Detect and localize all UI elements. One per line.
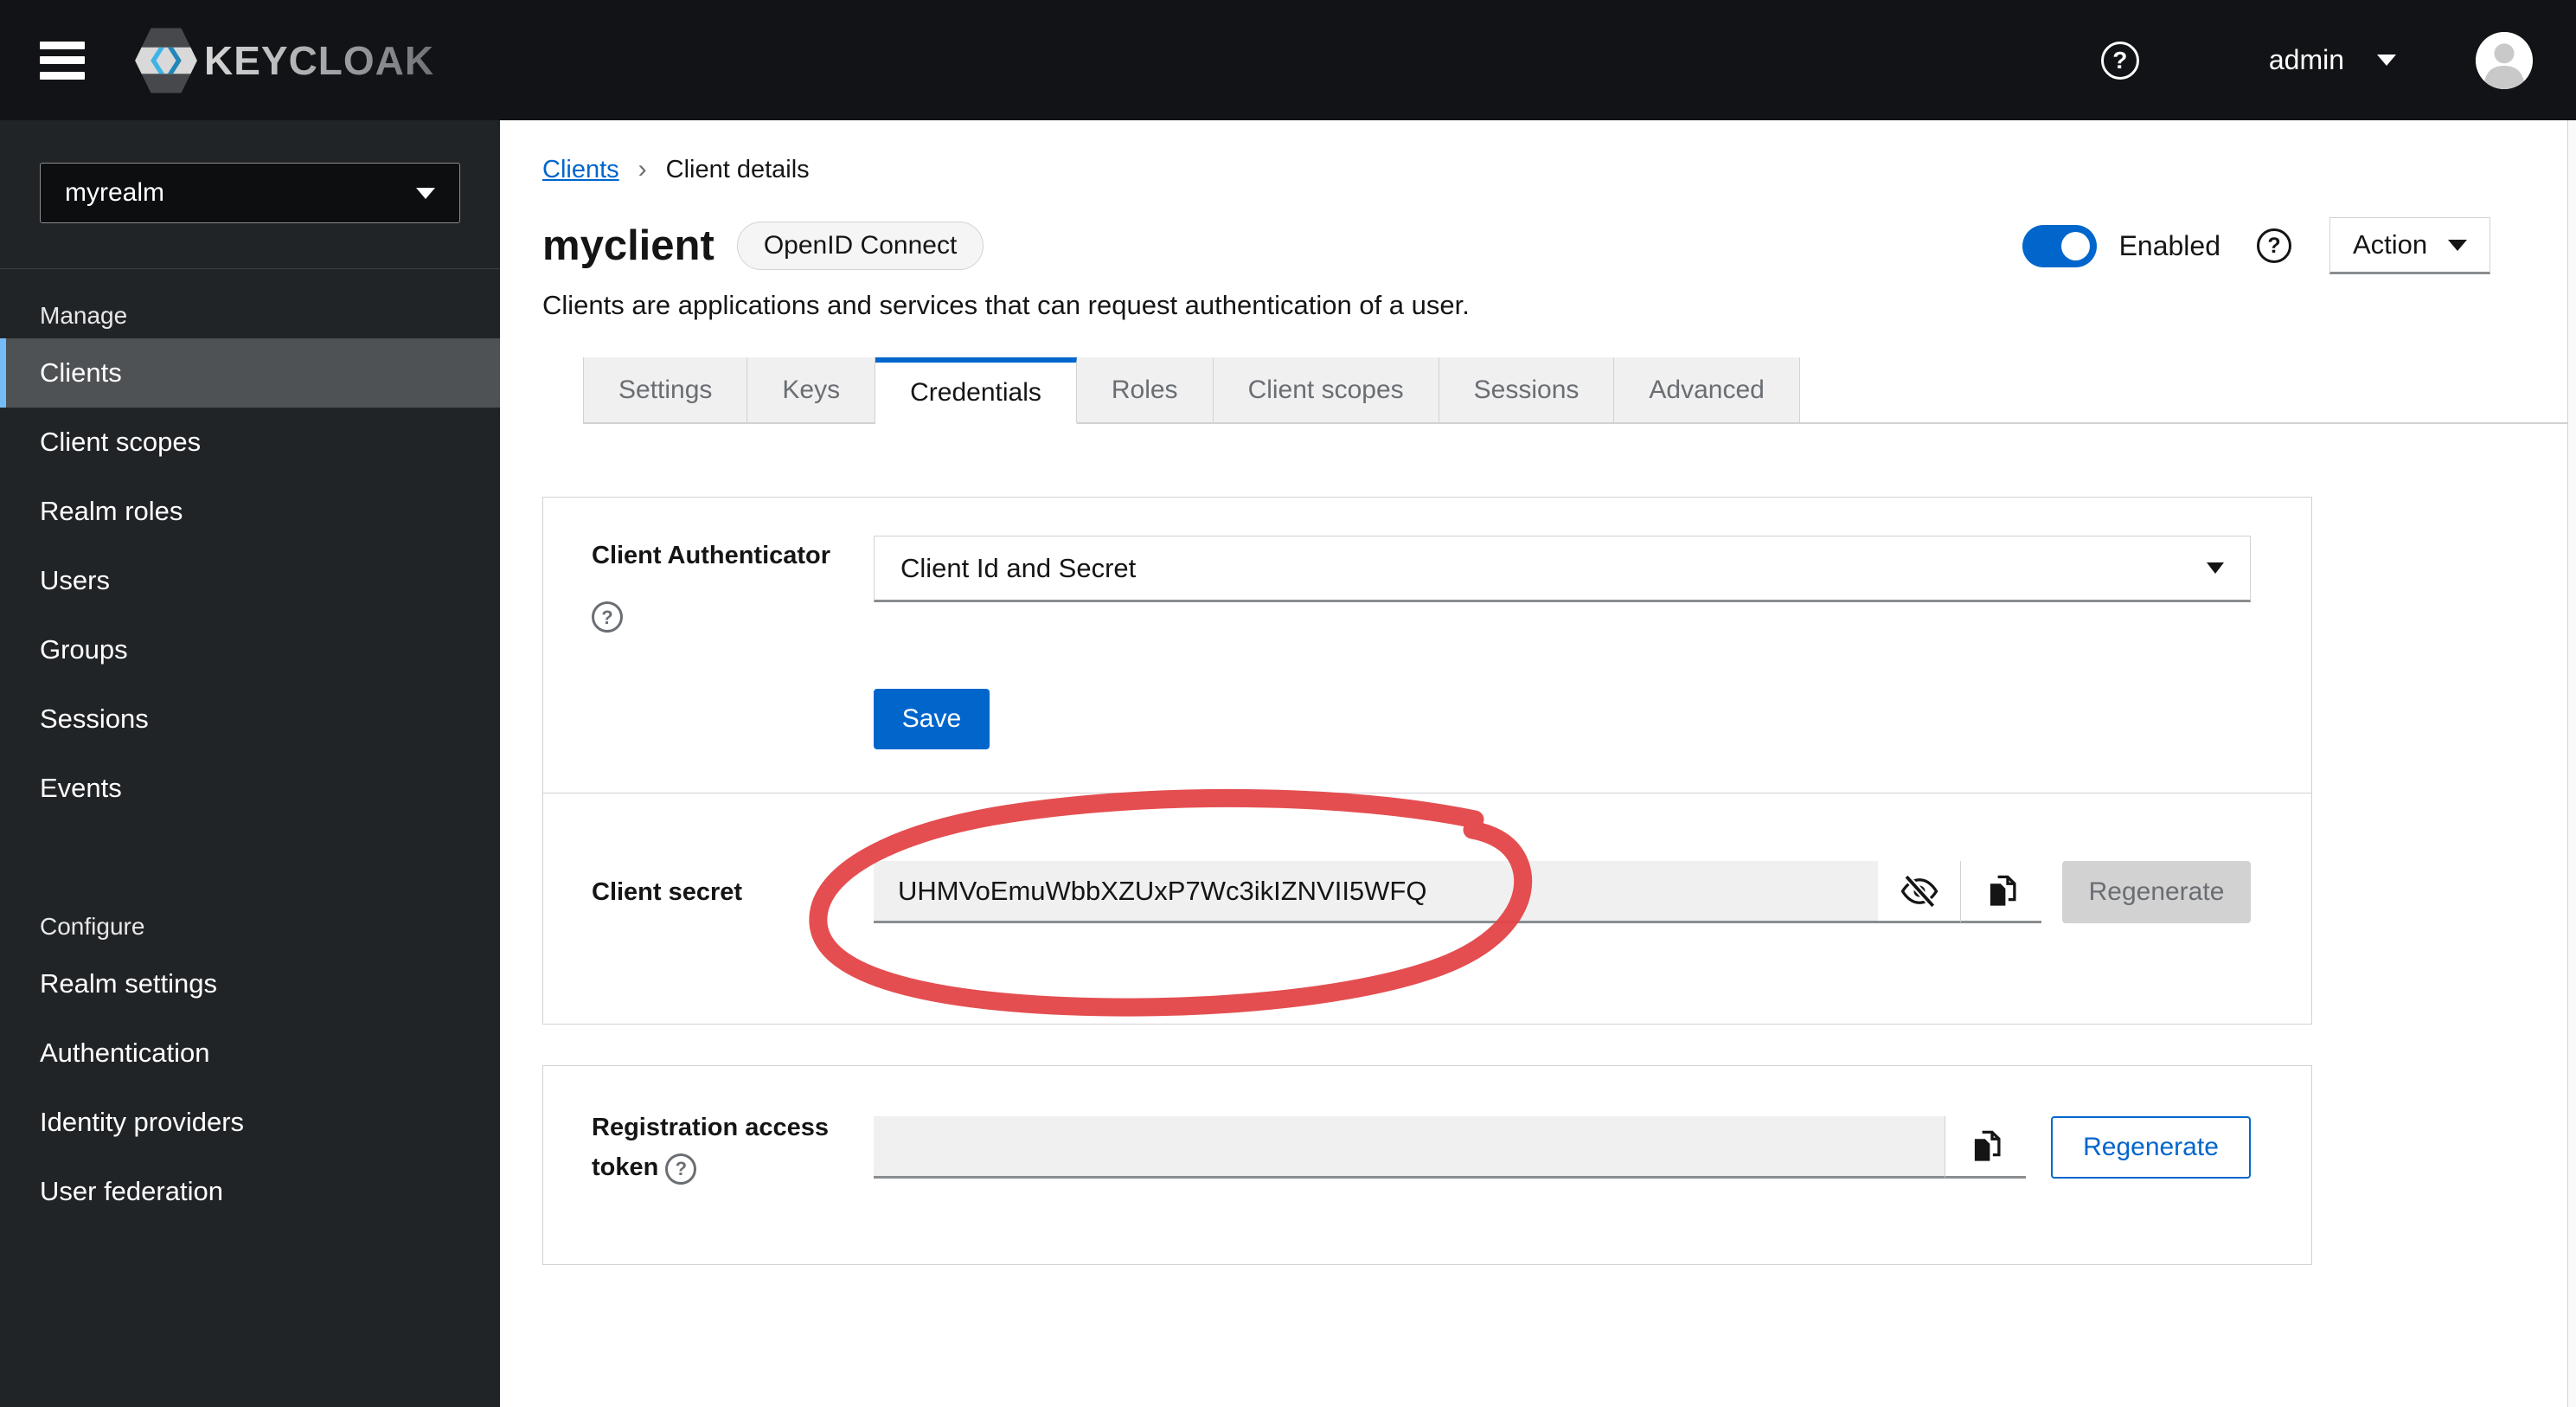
- brand-text: KEYCLOAK: [204, 37, 435, 83]
- breadcrumb-clients-link[interactable]: Clients: [542, 156, 619, 184]
- client-secret-input[interactable]: [874, 861, 1878, 923]
- sidebar-item-identity-providers[interactable]: Identity providers: [0, 1088, 500, 1157]
- sidebar-item-realm-settings[interactable]: Realm settings: [0, 949, 500, 1018]
- main-content: Clients › Client details myclient OpenID…: [500, 120, 2576, 1407]
- regenerate-secret-button[interactable]: Regenerate: [2062, 861, 2251, 923]
- user-menu[interactable]: admin: [2269, 44, 2396, 76]
- sidebar-item-groups[interactable]: Groups: [0, 615, 500, 684]
- action-dropdown[interactable]: Action: [2329, 217, 2490, 274]
- realm-select-value: myrealm: [65, 178, 165, 207]
- tab-bar-filler: [1799, 357, 2576, 424]
- sidebar-item-client-scopes[interactable]: Client scopes: [0, 408, 500, 477]
- user-avatar-icon: [2476, 31, 2533, 89]
- tab-sessions[interactable]: Sessions: [1439, 357, 1615, 424]
- avatar[interactable]: [2476, 31, 2533, 89]
- tab-credentials[interactable]: Credentials: [875, 357, 1077, 424]
- action-dropdown-label: Action: [2353, 229, 2428, 260]
- chevron-down-icon: [2377, 55, 2396, 66]
- protocol-badge: OpenID Connect: [736, 222, 984, 270]
- client-secret-label: Client secret: [592, 877, 743, 906]
- regenerate-token-button[interactable]: Regenerate: [2051, 1116, 2251, 1179]
- enabled-toggle[interactable]: [2022, 224, 2097, 267]
- show-secret-button[interactable]: [1878, 861, 1960, 923]
- tab-client-scopes[interactable]: Client scopes: [1213, 357, 1439, 424]
- scrollbar[interactable]: [2567, 120, 2576, 1407]
- nav-section-manage: Manage: [40, 302, 128, 329]
- sidebar-item-user-federation[interactable]: User federation: [0, 1157, 500, 1226]
- sidebar-item-clients[interactable]: Clients: [0, 338, 500, 408]
- client-secret-card: Client secret UHMVoEmuWbbXZUxP7Wc3ikIZNV…: [542, 793, 2312, 1025]
- tab-settings[interactable]: Settings: [583, 357, 748, 424]
- tab-bar: Settings Keys Credentials Roles Client s…: [583, 357, 2576, 424]
- username: admin: [2268, 44, 2344, 75]
- help-icon[interactable]: ?: [592, 601, 623, 633]
- copy-secret-button[interactable]: [1960, 861, 2041, 923]
- tab-keys[interactable]: Keys: [747, 357, 876, 424]
- client-authenticator-card: Client Authenticator ? Client Id and Sec…: [542, 497, 2312, 793]
- chevron-down-icon: [416, 187, 435, 199]
- save-button[interactable]: Save: [874, 689, 990, 749]
- registration-token-input[interactable]: [874, 1116, 1945, 1179]
- sidebar-item-events[interactable]: Events: [0, 754, 500, 823]
- breadcrumb-current: Client details: [665, 155, 810, 183]
- breadcrumb-separator-icon: ›: [638, 155, 647, 183]
- sidebar-item-realm-roles[interactable]: Realm roles: [0, 477, 500, 546]
- enabled-label: Enabled: [2118, 229, 2220, 261]
- breadcrumb: Clients › Client details: [542, 155, 2576, 184]
- copy-icon: [1990, 875, 2016, 906]
- client-authenticator-label: Client Authenticator: [592, 542, 831, 569]
- client-authenticator-select[interactable]: Client Id and Secret: [874, 536, 2251, 602]
- keycloak-logo: KEYCLOAK: [133, 27, 434, 94]
- page-title: myclient: [542, 222, 714, 269]
- tab-advanced[interactable]: Advanced: [1614, 357, 1800, 424]
- realm-select[interactable]: myrealm: [40, 163, 460, 223]
- chevron-down-icon: [2448, 239, 2467, 251]
- help-icon[interactable]: ?: [2100, 41, 2139, 80]
- nav-section-configure: Configure: [40, 913, 145, 940]
- hamburger-menu-icon[interactable]: [40, 41, 85, 80]
- client-authenticator-value: Client Id and Secret: [900, 552, 1137, 583]
- copy-token-button[interactable]: [1945, 1116, 2026, 1179]
- masthead: KEYCLOAK ? admin: [0, 0, 2576, 120]
- help-icon[interactable]: ?: [2257, 228, 2291, 263]
- keycloak-shield-icon: [135, 28, 197, 93]
- sidebar-item-users[interactable]: Users: [0, 546, 500, 615]
- eye-slash-icon: [1900, 873, 1938, 909]
- sidebar-item-sessions[interactable]: Sessions: [0, 684, 500, 754]
- sidebar-item-authentication[interactable]: Authentication: [0, 1018, 500, 1088]
- toggle-knob: [2060, 231, 2090, 260]
- chevron-down-icon: [2207, 562, 2224, 574]
- help-icon[interactable]: ?: [665, 1153, 697, 1185]
- registration-token-card: Registration access token ? Regenerate: [542, 1065, 2312, 1265]
- copy-icon: [1974, 1130, 2001, 1161]
- registration-token-label: Registration access token: [592, 1114, 830, 1182]
- sidebar: myrealm Manage Clients Client scopes Rea…: [0, 120, 500, 1407]
- page-description: Clients are applications and services th…: [542, 290, 1470, 320]
- tab-roles[interactable]: Roles: [1076, 357, 1214, 424]
